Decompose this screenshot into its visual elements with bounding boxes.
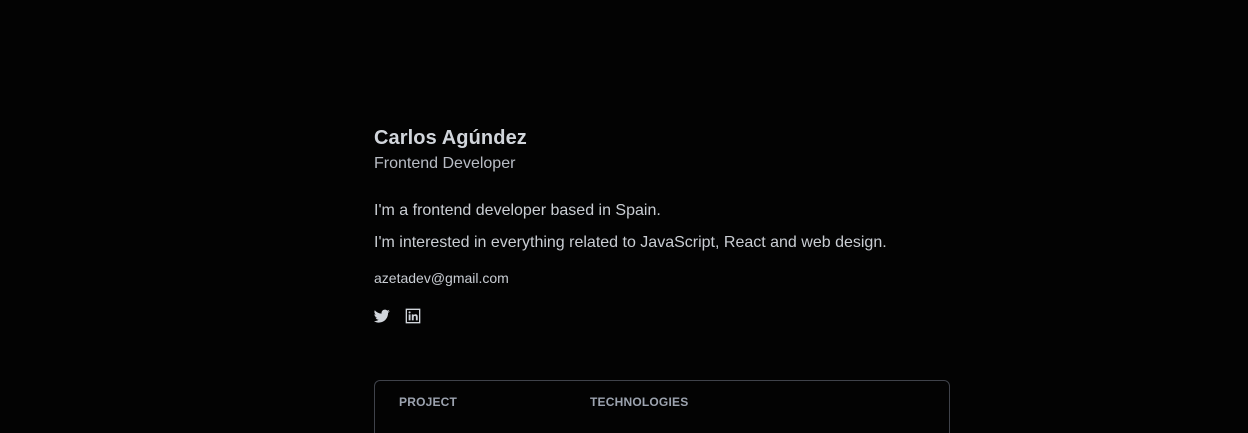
column-header-technologies: TECHNOLOGIES: [590, 395, 689, 409]
bio-line: I'm interested in everything related to …: [374, 234, 887, 251]
bio-line: I'm a frontend developer based in Spain.: [374, 202, 661, 219]
profile-section: Carlos Agúndez Frontend Developer I'm a …: [374, 126, 950, 324]
twitter-link[interactable]: [374, 308, 390, 324]
twitter-icon: [374, 309, 390, 323]
email-link[interactable]: azetadev@gmail.com: [374, 269, 509, 287]
profile-bio: I'm a frontend developer based in Spain.…: [374, 200, 950, 254]
profile-role: Frontend Developer: [374, 155, 516, 172]
profile-name: Carlos Agúndez: [374, 127, 527, 149]
column-header-project: PROJECT: [399, 395, 458, 409]
projects-table: PROJECT TECHNOLOGIES: [374, 380, 950, 433]
linkedin-icon: [405, 308, 421, 324]
social-links: [374, 308, 950, 324]
linkedin-link[interactable]: [405, 308, 421, 324]
